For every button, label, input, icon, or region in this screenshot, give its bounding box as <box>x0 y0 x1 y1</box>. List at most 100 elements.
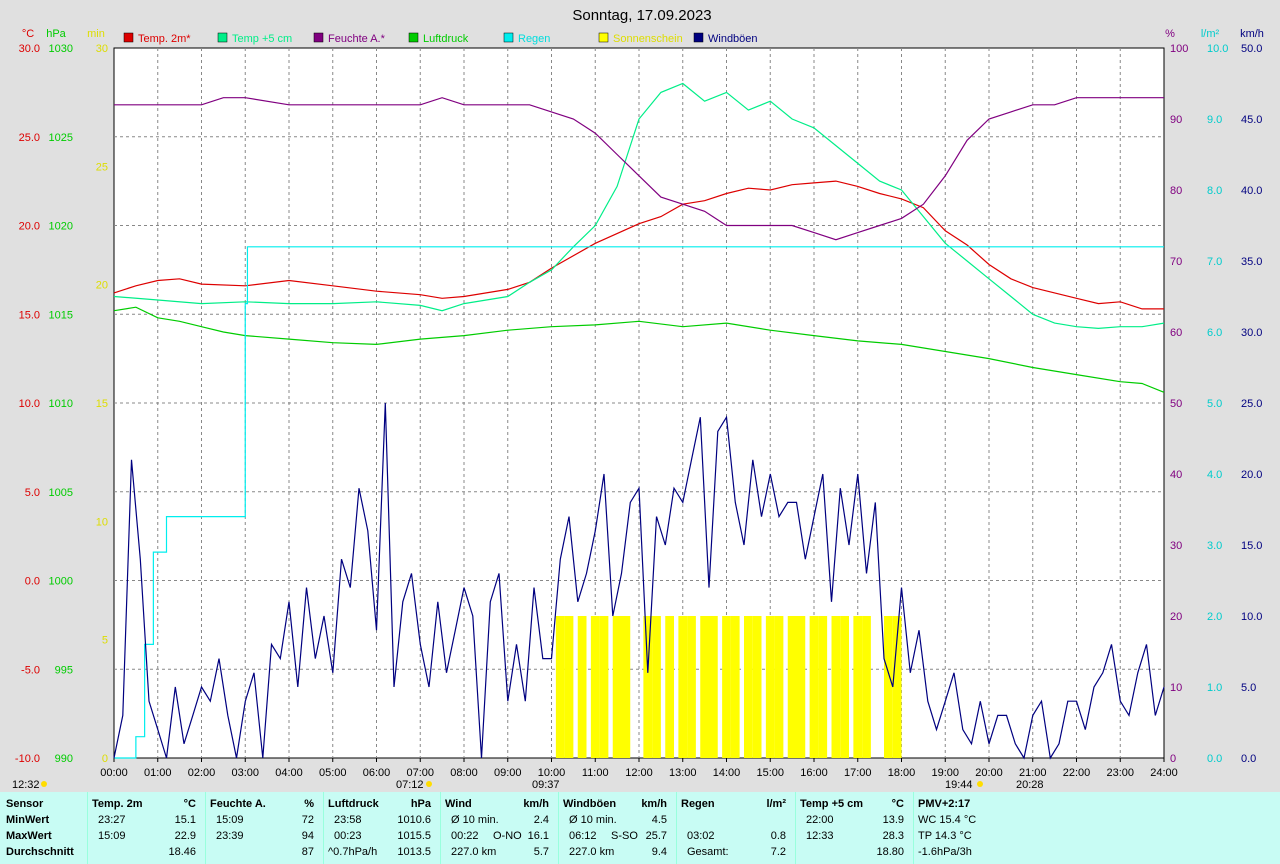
x-tick-label: 15:00 <box>756 767 784 779</box>
column-separator <box>558 792 559 864</box>
x-tick-label: 01:00 <box>144 767 172 779</box>
x-tick-label: 16:00 <box>800 767 828 779</box>
hpa-tick-label: 990 <box>55 753 73 765</box>
sunshine-bar <box>752 616 762 758</box>
moonrise-label: 20:28 <box>1016 779 1044 791</box>
x-tick-label: 20:00 <box>975 767 1003 779</box>
moonset-label: 12:32 <box>12 779 40 791</box>
max-time: 00:23 <box>334 830 362 842</box>
sunset-label: 19:44 <box>945 779 973 791</box>
min-tick-label: 20 <box>96 280 108 292</box>
x-tick-label: 11:00 <box>582 767 609 779</box>
percent-tick-label: 30 <box>1170 540 1182 552</box>
column-header: Sensor <box>6 798 44 810</box>
x-tick-label: 00:00 <box>100 767 128 779</box>
min-tick-label: 15 <box>96 398 108 410</box>
avg-label: ^0.7hPa/h <box>328 846 378 858</box>
sunshine-bar <box>765 616 775 758</box>
rain-tick-label: 7.0 <box>1207 256 1222 268</box>
avg-value: 9.4 <box>651 846 667 858</box>
sunshine-bar <box>612 616 622 758</box>
column-unit: km/h <box>641 798 667 810</box>
x-tick-label: 09:00 <box>494 767 522 779</box>
legend-label: Regen <box>518 33 550 45</box>
column-separator <box>440 792 441 864</box>
column-separator <box>323 792 324 864</box>
column-header: Temp +5 cm <box>800 798 864 810</box>
axis-header-hpa: hPa <box>46 28 66 40</box>
column-separator <box>913 792 914 864</box>
min-time: 15:09 <box>216 814 244 826</box>
x-tick-label: 19:00 <box>931 767 959 779</box>
sunshine-bar <box>730 616 740 758</box>
column-header: Windböen <box>563 798 617 810</box>
noon-label: 09:37 <box>532 779 560 791</box>
min-value: 15.1 <box>174 814 196 826</box>
wind-tick-label: 40.0 <box>1241 185 1262 197</box>
column-unit: hPa <box>410 798 431 810</box>
max-time: 15:09 <box>98 830 126 842</box>
sunshine-bar <box>853 616 863 758</box>
sunshine-bar <box>577 616 587 758</box>
legend-swatch <box>313 32 324 43</box>
legend-swatch <box>598 32 609 43</box>
sunrise-icon <box>426 781 432 787</box>
column-separator <box>87 792 88 864</box>
max-direction: O-NO <box>493 830 522 842</box>
min-time: Ø 10 min. <box>569 814 617 826</box>
max-value: 94 <box>301 830 314 842</box>
sunshine-bar <box>643 616 653 758</box>
wind-tick-label: 5.0 <box>1241 682 1256 694</box>
min-value: 13.9 <box>882 814 904 826</box>
axis-header-min: min <box>87 28 105 40</box>
x-tick-label: 06:00 <box>363 767 391 779</box>
x-tick-label: 18:00 <box>888 767 916 779</box>
x-tick-label: 24:00 <box>1150 767 1178 779</box>
legend-label: Sonnenschein <box>613 33 683 45</box>
sunshine-bar <box>722 616 731 758</box>
legend-swatch <box>693 32 704 43</box>
min-time: Ø 10 min. <box>451 814 499 826</box>
sunshine-bar <box>652 616 661 758</box>
sunshine-bar <box>884 616 893 758</box>
axis-header-rain: l/m² <box>1201 28 1220 40</box>
x-tick-label: 23:00 <box>1106 767 1134 779</box>
x-tick-label: 14:00 <box>713 767 741 779</box>
min-time: 23:58 <box>334 814 362 826</box>
column-separator <box>205 792 206 864</box>
column-header: PMV+2:17 <box>918 798 971 810</box>
hpa-tick-label: 1000 <box>49 576 73 588</box>
column-header: Temp. 2m <box>92 798 143 810</box>
min-tick-label: 5 <box>102 635 108 647</box>
axis-header-wind: km/h <box>1240 28 1264 40</box>
stats-column: Sensor MinWert MaxWert Durchschnitt <box>6 792 88 864</box>
legend-label: Temp. 2m* <box>138 33 191 45</box>
sunshine-bar <box>700 616 709 758</box>
max-time: 12:33 <box>806 830 834 842</box>
wind-tick-label: 30.0 <box>1241 327 1262 339</box>
percent-tick-label: 90 <box>1170 114 1182 126</box>
sunshine-bar <box>678 616 688 758</box>
stats-column: Regen l/m² 03:02 0.8 Gesamt: 7.2 <box>681 792 794 864</box>
x-tick-label: 02:00 <box>188 767 216 779</box>
rain-tick-label: 5.0 <box>1207 398 1222 410</box>
min-tick-label: 10 <box>96 516 108 528</box>
sunshine-bar <box>862 616 871 758</box>
hpa-tick-label: 1025 <box>49 132 73 144</box>
celsius-tick-label: -5.0 <box>21 664 40 676</box>
percent-tick-label: 0 <box>1170 753 1176 765</box>
min-time: WC 15.4 °C <box>918 814 977 826</box>
percent-tick-label: 20 <box>1170 611 1182 623</box>
rain-tick-label: 8.0 <box>1207 185 1222 197</box>
min-value: 4.5 <box>651 814 667 826</box>
sunshine-bar <box>555 616 565 758</box>
rain-tick-label: 3.0 <box>1207 540 1222 552</box>
min-value: 2.4 <box>533 814 549 826</box>
stats-column: Feuchte A.% 15:09 72 23:39 94 87 <box>210 792 322 864</box>
rain-tick-label: 1.0 <box>1207 682 1222 694</box>
weather-chart: 00:00 01:00 02:00 03:00 04:00 05:00 06:00 07:00… <box>0 0 1280 792</box>
percent-tick-label: 80 <box>1170 185 1182 197</box>
stats-column: Temp +5 cm °C 22:00 13.9 12:33 28.3 18.80 <box>800 792 912 864</box>
sunshine-bar <box>818 616 828 758</box>
sunshine-bar <box>831 616 841 758</box>
